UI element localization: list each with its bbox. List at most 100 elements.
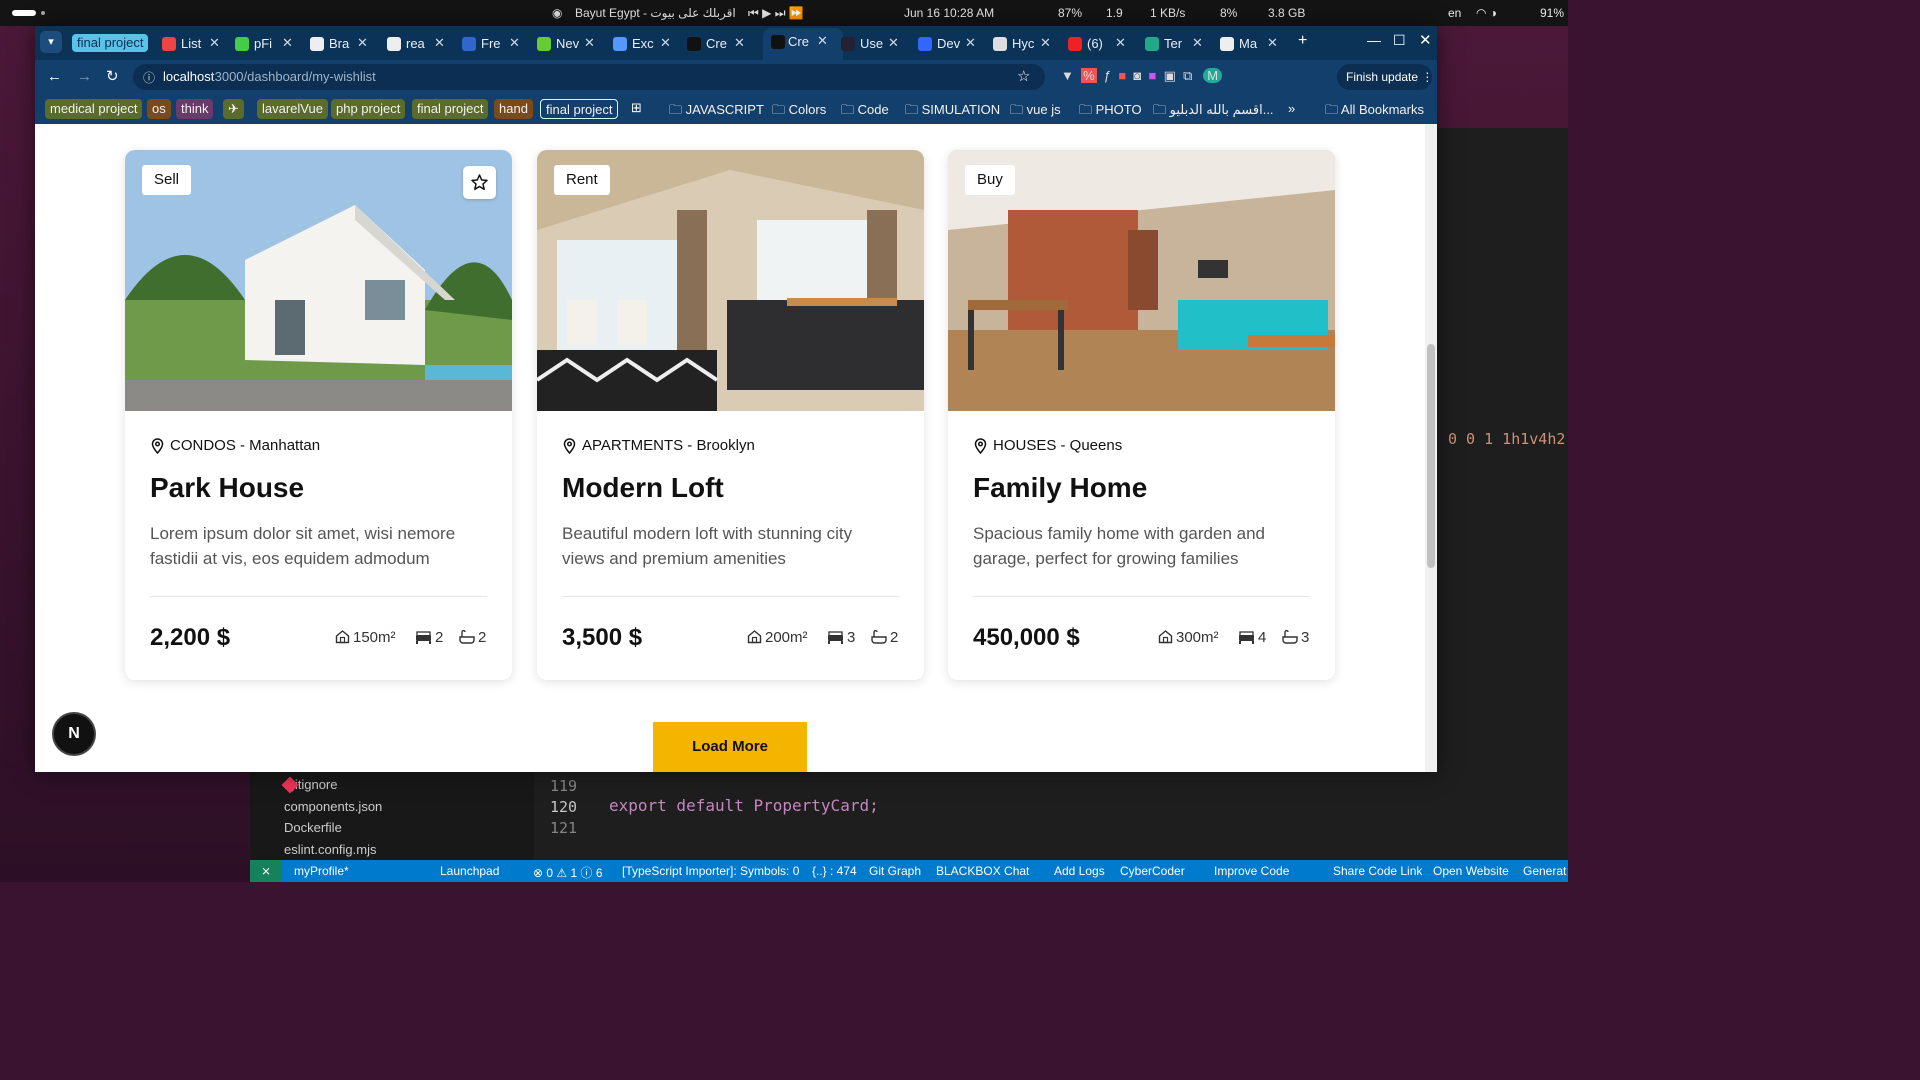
status-share-link[interactable]: Share Code Link: [1333, 864, 1422, 878]
tab-close-icon[interactable]: ✕: [888, 35, 899, 51]
media-prev-icon[interactable]: ⏮ ▶ ⏭ ⏩: [748, 6, 804, 21]
browser-tab[interactable]: rea ✕: [387, 30, 457, 58]
back-icon[interactable]: ←: [47, 68, 62, 85]
bookmark-group[interactable]: think: [176, 99, 214, 119]
browser-tab[interactable]: Use ✕: [841, 30, 911, 58]
status-errors[interactable]: ⊗ 0 ⚠ 1 ⓘ 6: [533, 864, 603, 881]
minimize-button[interactable]: —: [1367, 32, 1381, 48]
bookmark-icon-item[interactable]: ✈: [223, 99, 244, 119]
site-info-icon[interactable]: ⓘ: [143, 69, 155, 86]
remote-icon[interactable]: ⨯: [250, 860, 282, 882]
status-add-logs[interactable]: Add Logs: [1054, 864, 1105, 878]
bookmark-group[interactable]: os: [147, 99, 171, 119]
tab-group-chip[interactable]: final project: [72, 34, 149, 52]
tab-close-icon[interactable]: ✕: [357, 35, 368, 51]
status-generate[interactable]: Generat: [1523, 864, 1566, 878]
tab-close-icon[interactable]: ✕: [1267, 35, 1278, 51]
bookmark-group[interactable]: php project: [331, 99, 406, 119]
tab-close-icon[interactable]: ✕: [1192, 35, 1203, 51]
forward-icon[interactable]: →: [77, 68, 92, 85]
status-ts-importer[interactable]: [TypeScript Importer]: Symbols: 0: [622, 864, 799, 878]
nextjs-dev-badge[interactable]: N: [54, 714, 94, 754]
new-tab-button[interactable]: +: [1298, 32, 1307, 50]
tab-close-icon[interactable]: ✕: [1040, 35, 1051, 51]
file-item[interactable]: eslint.config.mjs: [284, 839, 382, 861]
workspace-dot[interactable]: [41, 11, 45, 15]
browser-tab[interactable]: pFi ✕: [235, 30, 305, 58]
bookmark-folder[interactable]: 🗀 SIMULATION: [905, 101, 1000, 123]
browser-tab[interactable]: Hyc ✕: [993, 30, 1063, 58]
status-launchpad[interactable]: Launchpad: [440, 864, 499, 878]
favorite-star-button[interactable]: [463, 166, 496, 199]
browser-tab[interactable]: Cre ✕: [687, 30, 757, 58]
bookmark-folder[interactable]: 🗀 اقسم بالله الدبليو...: [1153, 101, 1274, 123]
browser-tab[interactable]: Ter ✕: [1145, 30, 1215, 58]
language-indicator[interactable]: en: [1448, 6, 1461, 20]
clock[interactable]: Jun 16 10:28 AM: [904, 6, 994, 20]
bookmark-folder[interactable]: 🗀 Colors: [772, 101, 826, 123]
browser-tab[interactable]: Bra ✕: [310, 30, 380, 58]
property-title[interactable]: Park House: [150, 472, 304, 504]
battery-level[interactable]: 91%: [1540, 6, 1564, 20]
code-line[interactable]: export default PropertyCard;: [609, 796, 879, 815]
extension-icons[interactable]: ▼ % ƒ ■ ◙ ■ ▣ ⧉ M: [1061, 68, 1223, 84]
tab-close-icon[interactable]: ✕: [817, 33, 828, 49]
status-open-website[interactable]: Open Website: [1433, 864, 1509, 878]
browser-tab[interactable]: Exc ✕: [613, 30, 683, 58]
tab-close-icon[interactable]: ✕: [1115, 35, 1126, 51]
bookmark-folder[interactable]: 🗀 All Bookmarks: [1325, 101, 1424, 123]
file-item[interactable]: Dockerfile: [284, 817, 382, 839]
bookmark-folder[interactable]: 🗀 JAVASCRIPT: [669, 101, 764, 123]
property-card[interactable]: Rent APARTMENTS - Brooklyn Modern Loft Beau…: [537, 150, 924, 680]
tab-close-icon[interactable]: ✕: [965, 35, 976, 51]
property-card[interactable]: Sell CONDOS - Manhattan Park House Lorem ip…: [125, 150, 512, 680]
bookmark-folder[interactable]: 🗀 vue js: [1010, 101, 1061, 123]
bookmark-folder[interactable]: 🗀 Code: [841, 101, 889, 123]
browser-tab[interactable]: Cre ✕: [763, 28, 843, 60]
status-blackbox[interactable]: BLACKBOX Chat: [936, 864, 1029, 878]
browser-tab[interactable]: Ma ✕: [1220, 30, 1290, 58]
scrollbar-thumb[interactable]: [1427, 344, 1435, 568]
bookmark-group[interactable]: medical project: [45, 99, 143, 119]
tab-favicon: [235, 37, 249, 51]
tab-search-icon[interactable]: ▾: [40, 31, 62, 53]
tab-close-icon[interactable]: ✕: [434, 35, 445, 51]
status-symbols[interactable]: {..} : 474: [812, 864, 857, 878]
bookmark-group[interactable]: lavarelVue: [257, 99, 328, 119]
status-cybercoder[interactable]: CyberCoder: [1120, 864, 1185, 878]
property-title[interactable]: Family Home: [973, 472, 1147, 504]
finish-update-button[interactable]: Finish update ⋮: [1337, 64, 1433, 90]
browser-tab[interactable]: Nev ✕: [537, 30, 607, 58]
more-bookmarks-icon[interactable]: »: [1288, 101, 1295, 116]
apps-grid-icon[interactable]: ⊞: [631, 100, 642, 116]
property-title[interactable]: Modern Loft: [562, 472, 724, 504]
tab-close-icon[interactable]: ✕: [584, 35, 595, 51]
workspace-indicator[interactable]: [12, 10, 36, 16]
bookmark-group[interactable]: final project: [412, 99, 489, 119]
maximize-button[interactable]: ☐: [1393, 32, 1406, 49]
status-improve-code[interactable]: Improve Code: [1214, 864, 1289, 878]
browser-tab[interactable]: Dev ✕: [918, 30, 988, 58]
page-scrollbar[interactable]: [1425, 124, 1437, 772]
browser-tab[interactable]: List ✕: [162, 30, 232, 58]
browser-tab[interactable]: Fre ✕: [462, 30, 532, 58]
close-window-button[interactable]: ✕: [1419, 31, 1432, 49]
status-git-graph[interactable]: Git Graph: [869, 864, 921, 878]
tab-close-icon[interactable]: ✕: [282, 35, 293, 51]
bookmark-group[interactable]: final project: [540, 99, 619, 119]
browser-tab[interactable]: (6) ✕: [1068, 30, 1138, 58]
tab-close-icon[interactable]: ✕: [209, 35, 220, 51]
wifi-icon[interactable]: ◠ ◑: [1476, 6, 1497, 20]
bookmark-folder[interactable]: 🗀 PHOTO: [1079, 101, 1142, 123]
tab-close-icon[interactable]: ✕: [734, 35, 745, 51]
property-card[interactable]: Buy HOUSES - Queens Family Home Spacious fa…: [948, 150, 1335, 680]
reload-icon[interactable]: ↻: [106, 67, 119, 85]
address-bar[interactable]: ⓘ localhost :3000/dashboard/my-wishlist …: [133, 64, 1045, 90]
tab-close-icon[interactable]: ✕: [660, 35, 671, 51]
bookmark-group[interactable]: hand: [494, 99, 533, 119]
load-more-button[interactable]: Load More: [653, 722, 807, 772]
file-item[interactable]: components.json: [284, 796, 382, 818]
tab-close-icon[interactable]: ✕: [509, 35, 520, 51]
status-branch[interactable]: myProfile*: [294, 864, 349, 878]
bookmark-star-icon[interactable]: ☆: [1017, 67, 1030, 85]
